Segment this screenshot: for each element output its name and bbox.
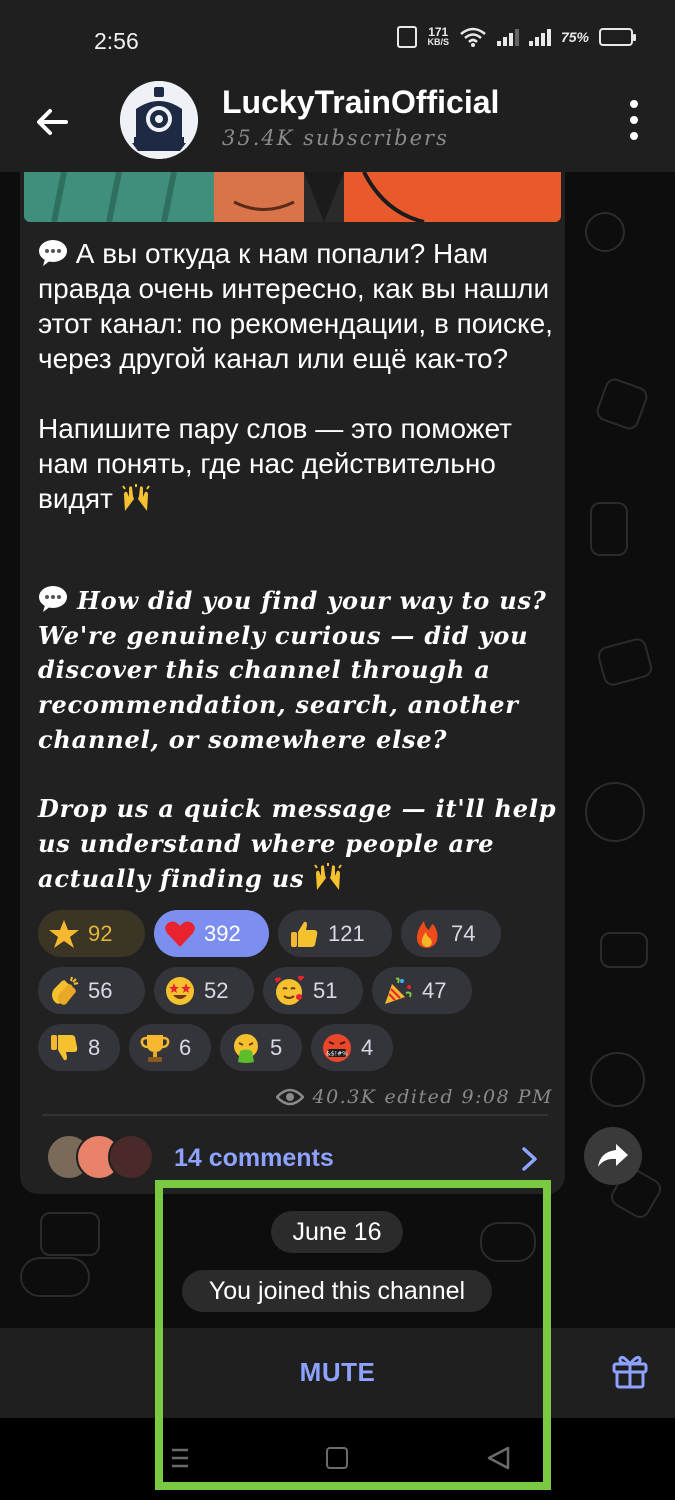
wifi-icon: [460, 27, 486, 47]
message-paragraph-en-2: Drop us a quick message — it'll help us …: [38, 792, 558, 896]
fire-icon: [416, 920, 438, 948]
signal-icon-2: [528, 28, 551, 46]
reaction-count: 6: [179, 1034, 192, 1060]
cursing-face-icon: &$!#%: [323, 1033, 351, 1062]
message-paragraph-ru-1: А вы откуда к нам попали? Нам правда оче…: [38, 236, 558, 376]
reaction-thumbs-up[interactable]: 121: [278, 910, 392, 957]
status-bar: 2:56 171 KB/S 75%: [0, 0, 675, 78]
comments-divider: [42, 1114, 548, 1116]
battery-percent: 75%: [560, 29, 589, 45]
red-heart-icon: [165, 921, 195, 947]
trophy-icon: [140, 1034, 170, 1062]
reaction-count: 392: [204, 920, 241, 946]
network-speed-value: 171: [428, 25, 449, 39]
signal-icon-1: [496, 28, 519, 46]
channel-title[interactable]: LuckyTrainOfficial: [222, 84, 499, 121]
vomiting-face-icon: [234, 1033, 258, 1063]
message-en-text-1: How did you find your way to us? We're g…: [38, 586, 547, 754]
train-logo-icon: [120, 81, 198, 159]
highlight-box: [155, 1180, 551, 1490]
chevron-right-icon: [522, 1147, 537, 1171]
raising-hands-icon: [314, 862, 343, 890]
reaction-count: 5: [270, 1034, 283, 1060]
edited-time: edited 9:08 PM: [384, 1086, 553, 1108]
reaction-star-struck[interactable]: 52: [154, 967, 254, 1014]
reaction-cursing[interactable]: &$!#% 4: [311, 1024, 393, 1071]
network-speed: 171 KB/S: [427, 25, 449, 47]
eye-icon: [276, 1088, 305, 1106]
reaction-count: 92: [88, 920, 113, 946]
share-arrow-icon: [598, 1144, 628, 1167]
more-vertical-icon[interactable]: [627, 100, 641, 140]
reaction-count: 74: [451, 920, 476, 946]
message-en-text-2: Drop us a quick message — it'll help us …: [38, 794, 557, 893]
share-button[interactable]: [584, 1127, 642, 1185]
reaction-row: 56 52 51 47: [38, 967, 558, 1014]
network-speed-unit: KB/S: [427, 37, 449, 47]
star-icon: [49, 919, 79, 948]
reaction-thumbs-down[interactable]: 8: [38, 1024, 120, 1071]
reaction-smiling-hearts[interactable]: 51: [263, 967, 363, 1014]
reaction-vomit[interactable]: 5: [220, 1024, 302, 1071]
message-ru-text-1: А вы откуда к нам попали? Нам правда оче…: [38, 238, 553, 374]
clapping-hands-icon: [52, 976, 79, 1005]
reaction-count: 121: [328, 920, 365, 946]
vibrate-icon: [397, 26, 418, 48]
arrow-left-icon[interactable]: [30, 100, 74, 144]
speech-balloon-icon: [39, 240, 67, 266]
gift-icon[interactable]: [610, 1350, 650, 1390]
party-popper-icon: [385, 977, 412, 1004]
reaction-fire[interactable]: 74: [401, 910, 501, 957]
thumbs-down-icon: [51, 1034, 78, 1060]
reaction-count: 51: [313, 977, 338, 1003]
reaction-row: 92 392 121 74: [38, 910, 558, 957]
channel-avatar[interactable]: [120, 81, 198, 159]
smiling-hearts-icon: [275, 975, 304, 1005]
channel-header: LuckyTrainOfficial 35.4K subscribers: [0, 78, 675, 172]
reaction-row: 8 6 5 &$!#% 4: [38, 1024, 558, 1071]
message-meta: 40.3K edited 9:08 PM: [276, 1086, 553, 1108]
speech-balloon-icon: [39, 586, 67, 612]
subscriber-count: 35.4K subscribers: [222, 126, 449, 150]
commenter-avatars: [46, 1134, 166, 1180]
view-count: 40.3K: [312, 1086, 377, 1108]
message-image[interactable]: [24, 172, 561, 222]
reaction-count: 4: [361, 1034, 374, 1060]
reaction-heart[interactable]: 392: [154, 910, 269, 957]
message-ru-text-2: Напишите пару слов — это поможет нам пон…: [38, 413, 512, 514]
thumbs-up-icon: [291, 921, 318, 947]
reactions: 92 392 121 74 56 52 51 47 8 6 5 &$!#% 4: [38, 910, 558, 1081]
message-text-ru: А вы откуда к нам попали? Нам правда оче…: [38, 236, 558, 516]
message-paragraph-en-1: How did you find your way to us? We're g…: [38, 584, 558, 758]
message-text-en: How did you find your way to us? We're g…: [38, 584, 558, 896]
raising-hands-icon: [121, 484, 150, 511]
battery-icon: [599, 28, 636, 46]
illustration-image: [24, 172, 561, 222]
reaction-star[interactable]: 92: [38, 910, 145, 957]
reaction-count: 56: [88, 977, 113, 1003]
status-time: 2:56: [94, 28, 139, 54]
status-icons: 171 KB/S 75%: [397, 25, 636, 48]
reaction-count: 52: [204, 977, 229, 1003]
star-struck-icon: [166, 976, 194, 1005]
reaction-trophy[interactable]: 6: [129, 1024, 211, 1071]
reaction-party[interactable]: 47: [372, 967, 472, 1014]
comments-label: 14 comments: [174, 1144, 334, 1172]
svg-text:&$!#%: &$!#%: [326, 1050, 348, 1057]
reaction-clap[interactable]: 56: [38, 967, 145, 1014]
avatar: [108, 1134, 154, 1180]
reaction-count: 47: [422, 977, 447, 1003]
message-paragraph-ru-2: Напишите пару слов — это поможет нам пон…: [38, 411, 558, 516]
reaction-count: 8: [88, 1034, 101, 1060]
